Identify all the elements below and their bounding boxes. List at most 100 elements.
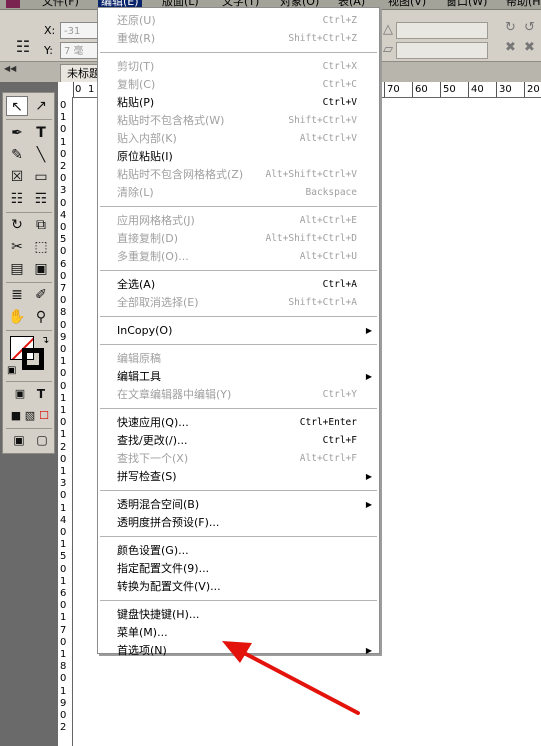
edit-menu-item[interactable]: 全部取消选择(E) Shift+Ctrl+A	[98, 294, 379, 312]
menu-item-label: 粘贴时不包含格式(W)	[117, 114, 225, 127]
tool-separator	[6, 212, 52, 213]
menu-item-label: 键盘快捷键(H)...	[117, 608, 200, 621]
gradient-tool-icon[interactable]: ▤	[6, 259, 28, 279]
swap-fill-stroke-icon[interactable]: ↴	[41, 335, 49, 346]
menu-item-shortcut: Backspace	[305, 187, 357, 198]
edit-menu-item[interactable]: 查找下一个(X) Alt+Ctrl+F	[98, 450, 379, 468]
edit-menu-item[interactable]: 查找/更改(/)... Ctrl+F	[98, 432, 379, 450]
edit-menu-item[interactable]: 编辑工具 ▶	[98, 368, 379, 386]
button-tool-icon[interactable]: ▣	[30, 259, 52, 279]
edit-menu-item[interactable]: 贴入内部(K) Alt+Ctrl+V	[98, 130, 379, 148]
menu-item-label: 原位粘贴(I)	[117, 150, 173, 163]
menubar-item-file[interactable]: 文件(F)	[42, 0, 79, 8]
free-transform-tool-icon[interactable]: ⬚	[30, 237, 52, 257]
edit-menu-item[interactable]: 透明混合空间(B) ▶	[98, 496, 379, 514]
edit-menu-item[interactable]: 重做(R) Shift+Ctrl+Z	[98, 30, 379, 48]
reference-point-icon[interactable]: ☷	[12, 36, 34, 58]
hand-tool-icon[interactable]: ✋	[6, 307, 28, 327]
ruler-number: 4	[60, 209, 67, 221]
menu-item-shortcut: Alt+Shift+Ctrl+D	[265, 233, 357, 244]
x-field[interactable]: -31	[60, 22, 98, 39]
note-tool-icon[interactable]: ≣	[6, 285, 28, 305]
edit-menu-item[interactable]: 首选项(N) ▶	[98, 642, 379, 660]
ruler-number: 0	[60, 600, 67, 612]
menubar-item-help[interactable]: 帮助(H)	[506, 0, 541, 8]
format-text-icon[interactable]: T	[30, 384, 52, 404]
edit-menu-item[interactable]: 粘贴时不包含网格格式(Z) Alt+Shift+Ctrl+V	[98, 166, 379, 184]
edit-menu-item[interactable]: 应用网格格式(J) Alt+Ctrl+E	[98, 212, 379, 230]
rotate-ccw-icon[interactable]: ↺	[524, 20, 535, 35]
type-tool-icon[interactable]: T	[30, 123, 52, 143]
edit-menu-item[interactable]: 复制(C) Ctrl+C	[98, 76, 379, 94]
menu-item-label: 粘贴时不包含网格格式(Z)	[117, 168, 244, 181]
menu-item-label: 全选(A)	[117, 278, 156, 291]
edit-menu-item[interactable]: 清除(L) Backspace	[98, 184, 379, 202]
menu-item-label: 透明混合空间(B)	[117, 498, 200, 511]
edit-menu-item[interactable]: 键盘快捷键(H)...	[98, 606, 379, 624]
ruler-number: 4	[60, 514, 67, 526]
edit-menu-item[interactable]: 编辑原稿	[98, 350, 379, 368]
ruler-number: 60	[415, 84, 428, 95]
edit-menu: 还原(U) Ctrl+Z 重做(R) Shift+Ctrl+Z 剪切(T) Ctrl+X 复…	[97, 7, 380, 657]
default-fill-stroke-icon[interactable]: ▣	[7, 365, 16, 376]
rectangle-frame-tool-icon[interactable]: ☒	[6, 167, 28, 187]
edit-menu-item[interactable]: 多重复制(O)... Alt+Ctrl+U	[98, 248, 379, 266]
edit-menu-item[interactable]: 透明度拼合预设(F)...	[98, 514, 379, 532]
shear-field[interactable]	[396, 42, 488, 59]
edit-menu-item[interactable]: InCopy(O) ▶	[98, 322, 379, 340]
line-tool-icon[interactable]: ╲	[30, 145, 52, 165]
edit-menu-item[interactable]: 转换为配置文件(V)...	[98, 578, 379, 596]
ruler-number: 8	[60, 661, 67, 673]
rectangle-tool-icon[interactable]: ▭	[30, 167, 52, 187]
edit-menu-item[interactable]: 指定配置文件(9)...	[98, 560, 379, 578]
direct-selection-tool-icon[interactable]: ↗	[30, 96, 52, 116]
menu-item-label: 菜单(M)...	[117, 626, 168, 639]
flip-icon[interactable]: ✖	[505, 40, 516, 55]
edit-menu-item[interactable]: 粘贴时不包含格式(W) Shift+Ctrl+V	[98, 112, 379, 130]
edit-menu-item[interactable]: 全选(A) Ctrl+A	[98, 276, 379, 294]
apply-none-icon[interactable]: ☐	[33, 406, 55, 426]
menu-item-label: 转换为配置文件(V)...	[117, 580, 221, 593]
pencil-tool-icon[interactable]: ✎	[6, 145, 28, 165]
ruler-number: 40	[471, 84, 484, 95]
ruler-number: 6	[60, 258, 67, 270]
edit-menu-item[interactable]: 粘贴(P) Ctrl+V	[98, 94, 379, 112]
pen-tool-icon[interactable]: ✒	[6, 123, 28, 143]
rotation-field[interactable]	[396, 22, 488, 39]
menubar-item-view[interactable]: 视图(V)	[388, 0, 426, 8]
edit-menu-item[interactable]: 颜色设置(G)...	[98, 542, 379, 560]
edit-menu-item[interactable]: 快速应用(Q)... Ctrl+Enter	[98, 414, 379, 432]
menu-item-shortcut: Alt+Ctrl+F	[299, 453, 357, 464]
eyedropper-tool-icon[interactable]: ✐	[30, 285, 52, 305]
rotate-tool-icon[interactable]: ↻	[6, 215, 28, 235]
flip-vertical-icon[interactable]: ✖	[524, 40, 535, 55]
edit-menu-item[interactable]: 直接复制(D) Alt+Shift+Ctrl+D	[98, 230, 379, 248]
edit-menu-item[interactable]: 拼写检查(S) ▶	[98, 468, 379, 486]
menu-item-shortcut: Shift+Ctrl+Z	[288, 33, 357, 44]
zoom-tool-icon[interactable]: ⚲	[30, 307, 52, 327]
scissors-tool-icon[interactable]: ✂	[6, 237, 28, 257]
selection-tool-icon[interactable]: ↖	[6, 96, 28, 116]
collapse-toolbox-icon[interactable]: ◀◀	[4, 64, 16, 73]
normal-view-icon[interactable]: ▣	[8, 430, 30, 450]
ruler-number: 0	[60, 270, 67, 282]
edit-menu-item[interactable]: 原位粘贴(I)	[98, 148, 379, 166]
ruler-tick	[496, 82, 497, 97]
preview-view-icon[interactable]: ▢	[31, 430, 53, 450]
edit-menu-item[interactable]: 在文章编辑器中编辑(Y) Ctrl+Y	[98, 386, 379, 404]
menu-item-label: 快速应用(Q)...	[117, 416, 189, 429]
format-container-icon[interactable]: ▣	[9, 384, 31, 404]
ruler-number: 0	[60, 710, 67, 721]
menubar-item-window[interactable]: 窗口(W)	[446, 0, 487, 8]
y-field[interactable]: 7 毫	[60, 42, 98, 59]
horizontal-grid-tool-icon[interactable]: ☷	[6, 189, 28, 209]
submenu-arrow-icon: ▶	[365, 646, 372, 655]
rotate-icon[interactable]: ↻	[505, 20, 516, 35]
menu-item-shortcut: Alt+Ctrl+E	[299, 215, 357, 226]
edit-menu-item[interactable]: 剪切(T) Ctrl+X	[98, 58, 379, 76]
vertical-grid-tool-icon[interactable]: ☶	[30, 189, 52, 209]
edit-menu-item[interactable]: 菜单(M)...	[98, 624, 379, 642]
stroke-swatch-icon[interactable]	[22, 348, 44, 370]
edit-menu-item[interactable]: 还原(U) Ctrl+Z	[98, 12, 379, 30]
scale-tool-icon[interactable]: ⧉	[30, 215, 52, 235]
